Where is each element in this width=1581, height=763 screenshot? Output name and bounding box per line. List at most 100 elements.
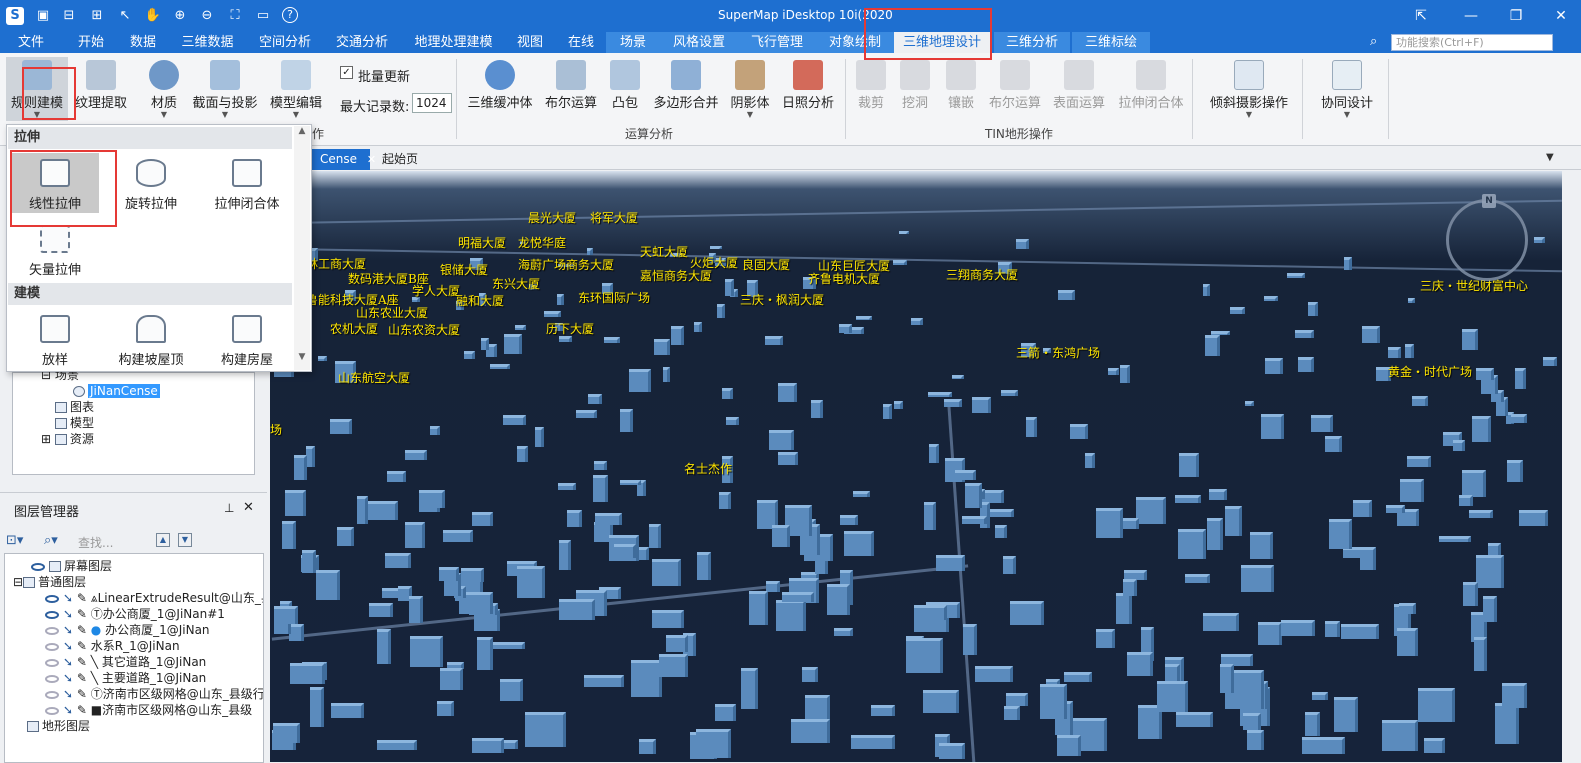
texture-extract-button[interactable]: 纹理提取 <box>72 57 130 121</box>
open-icon[interactable]: ⊟ <box>60 7 78 25</box>
tab-3d-data[interactable]: 三维数据 <box>175 32 240 53</box>
rule-modeling-button[interactable]: 规则建模 ▼ <box>6 57 68 121</box>
tin-clip-button[interactable]: 裁剪 <box>854 57 888 121</box>
shadow-volume-button[interactable]: 阴影体 ▼ <box>728 57 772 121</box>
layer-item[interactable]: ➘ ✎ Ⓣ办公商厦_1@JiNan#1 <box>45 606 225 622</box>
close-button[interactable]: ✕ <box>1549 5 1573 27</box>
layer-item[interactable]: ➘ ✎ ⩓LinearExtrudeResult@山东_县 <box>45 590 263 606</box>
tab-start-page[interactable]: 起始页 <box>374 149 426 170</box>
material-button[interactable]: 材质 ▼ <box>146 57 182 121</box>
tin-extrude-closed-button[interactable]: 拉伸闭合体 <box>1116 57 1186 121</box>
help-icon[interactable]: ? <box>282 7 298 23</box>
close-icon[interactable]: ✕ <box>243 500 254 515</box>
restore-ribbon-icon[interactable]: ⇱ <box>1409 5 1433 27</box>
layer-item[interactable]: ➘ ✎ ● 办公商厦_1@JiNan <box>45 622 210 638</box>
move-down-icon[interactable]: ▼ <box>178 533 192 547</box>
collab-design-button[interactable]: 协同设计 ▼ <box>1316 57 1378 121</box>
edit-icon[interactable]: ✎ <box>77 687 87 701</box>
minimize-button[interactable]: — <box>1459 5 1483 27</box>
terrain-layers-node[interactable]: 地形图层 <box>27 718 90 734</box>
scroll-down-icon[interactable]: ▼ <box>294 352 310 362</box>
tree-resources[interactable]: ⊞ 资源 <box>41 432 94 447</box>
layer-item[interactable]: ➘ ✎ ■济南市区级网格@山东_县级 <box>45 702 252 718</box>
add-layer-icon[interactable]: ⊡▾ <box>6 533 23 548</box>
layer-item[interactable]: ➘ ✎ 水系R_1@JiNan <box>45 638 180 654</box>
layer-search-input[interactable]: 查找... <box>78 534 113 551</box>
tin-surface-op-button[interactable]: 表面运算 <box>1050 57 1108 121</box>
pointer-icon[interactable]: ↖ <box>116 7 134 25</box>
eye-icon[interactable] <box>45 626 59 635</box>
section-projection-button[interactable]: 截面与投影 ▼ <box>190 57 260 121</box>
tab-geoprocessing[interactable]: 地理处理建模 <box>406 32 501 53</box>
tin-mosaic-button[interactable]: 镶嵌 <box>944 57 978 121</box>
edit-icon[interactable]: ✎ <box>77 607 87 621</box>
tree-scene-item[interactable]: JiNanCense <box>73 384 160 399</box>
tab-start[interactable]: 开始 <box>66 32 116 53</box>
tab-traffic-analysis[interactable]: 交通分析 <box>329 32 395 53</box>
tab-flight-management[interactable]: 飞行管理 <box>738 32 816 53</box>
tab-online[interactable]: 在线 <box>560 32 602 53</box>
sunlight-analysis-button[interactable]: 日照分析 <box>780 57 836 121</box>
build-house-item[interactable]: 构建房屋 <box>203 309 291 369</box>
tab-3d-analysis[interactable]: 三维分析 <box>994 32 1070 53</box>
search-input[interactable]: 功能搜索(Ctrl+F) <box>1391 34 1553 51</box>
loft-item[interactable]: 放样 <box>11 309 99 369</box>
polygon-merge-button[interactable]: 多边形合并 <box>652 57 720 121</box>
tab-3d-plotting[interactable]: 三维标绘 <box>1072 32 1150 53</box>
search-icon[interactable]: ⌕▾ <box>44 533 58 548</box>
tab-object-drawing[interactable]: 对象绘制 <box>816 32 894 53</box>
import-icon[interactable]: ⊞ <box>88 7 106 25</box>
extrude-closed-item[interactable]: 拉伸闭合体 <box>203 153 291 213</box>
vector-extrude-item[interactable]: 矢量拉伸 <box>11 219 99 279</box>
select-icon[interactable]: ➘ <box>63 607 73 621</box>
tab-file[interactable]: 文件 <box>6 32 56 53</box>
eye-icon[interactable] <box>45 642 59 651</box>
move-up-icon[interactable]: ▲ <box>156 533 170 547</box>
tree-models[interactable]: 模型 <box>55 416 94 431</box>
eye-icon[interactable] <box>45 610 59 619</box>
eye-icon[interactable] <box>45 658 59 667</box>
tin-hole-button[interactable]: 挖洞 <box>898 57 932 121</box>
collapse-icon[interactable]: ⊟ <box>13 575 23 589</box>
eye-icon[interactable] <box>31 562 45 571</box>
layer-item[interactable]: ➘ ✎ ╲ 其它道路_1@JiNan <box>45 654 206 670</box>
max-records-input[interactable]: 1024 <box>412 93 452 113</box>
pan-icon[interactable]: ✋ <box>144 7 162 25</box>
eye-icon[interactable] <box>45 690 59 699</box>
build-roof-item[interactable]: 构建坡屋顶 <box>107 309 195 369</box>
scroll-up-icon[interactable]: ▲ <box>294 126 310 136</box>
expand-icon[interactable]: ⊞ <box>41 432 51 446</box>
screen-layers-node[interactable]: 屏幕图层 <box>31 558 112 574</box>
select-icon[interactable]: ➘ <box>63 623 73 637</box>
eye-icon[interactable] <box>45 674 59 683</box>
tab-3d-geodesign[interactable]: 三维地理设计 <box>894 32 990 53</box>
tab-data[interactable]: 数据 <box>118 32 168 53</box>
edit-icon[interactable]: ✎ <box>77 655 87 669</box>
zoom-in-icon[interactable]: ⊕ <box>171 7 189 25</box>
full-extent-icon[interactable]: ⛶ <box>226 7 244 25</box>
3d-scene-view[interactable]: 晨光大厦 将军大厦 明福大厦 龙悦华庭 天虹大厦 银储大厦 海蔚广场商务大厦 火炬大厦 良固大厦… <box>270 171 1562 762</box>
tab-view[interactable]: 视图 <box>510 32 550 53</box>
3d-buffer-button[interactable]: 三维缓冲体 <box>466 57 534 121</box>
tab-scene-doc[interactable]: Cense ✕ <box>312 149 376 170</box>
tab-style-settings[interactable]: 风格设置 <box>660 32 738 53</box>
select-icon[interactable]: ➘ <box>63 703 73 717</box>
scene-scrollbar[interactable] <box>1562 171 1581 762</box>
tin-boolean-button[interactable]: 布尔运算 <box>986 57 1044 121</box>
layer-item[interactable]: ➘ ✎ Ⓣ济南市区级网格@山东_县级行政 <box>45 686 263 702</box>
folder-icon[interactable]: ▭ <box>254 7 272 25</box>
layer-item[interactable]: ➘ ✎ ╲ 主要道路_1@JiNan <box>45 670 206 686</box>
save-icon[interactable]: ▣ <box>34 7 52 25</box>
model-edit-button[interactable]: 模型编辑 ▼ <box>268 57 324 121</box>
tab-list-chevron-icon[interactable]: ▼ <box>1546 152 1554 163</box>
edit-icon[interactable]: ✎ <box>77 623 87 637</box>
select-icon[interactable]: ➘ <box>63 655 73 669</box>
compass[interactable]: N <box>1446 194 1528 281</box>
dropdown-scrollbar[interactable]: ▲ ▼ <box>294 126 310 370</box>
select-icon[interactable]: ➘ <box>63 639 73 653</box>
select-icon[interactable]: ➘ <box>63 671 73 685</box>
edit-icon[interactable]: ✎ <box>77 703 87 717</box>
edit-icon[interactable]: ✎ <box>77 639 87 653</box>
rotate-extrude-item[interactable]: 旋转拉伸 <box>107 153 195 213</box>
maximize-button[interactable]: ❐ <box>1504 5 1528 27</box>
